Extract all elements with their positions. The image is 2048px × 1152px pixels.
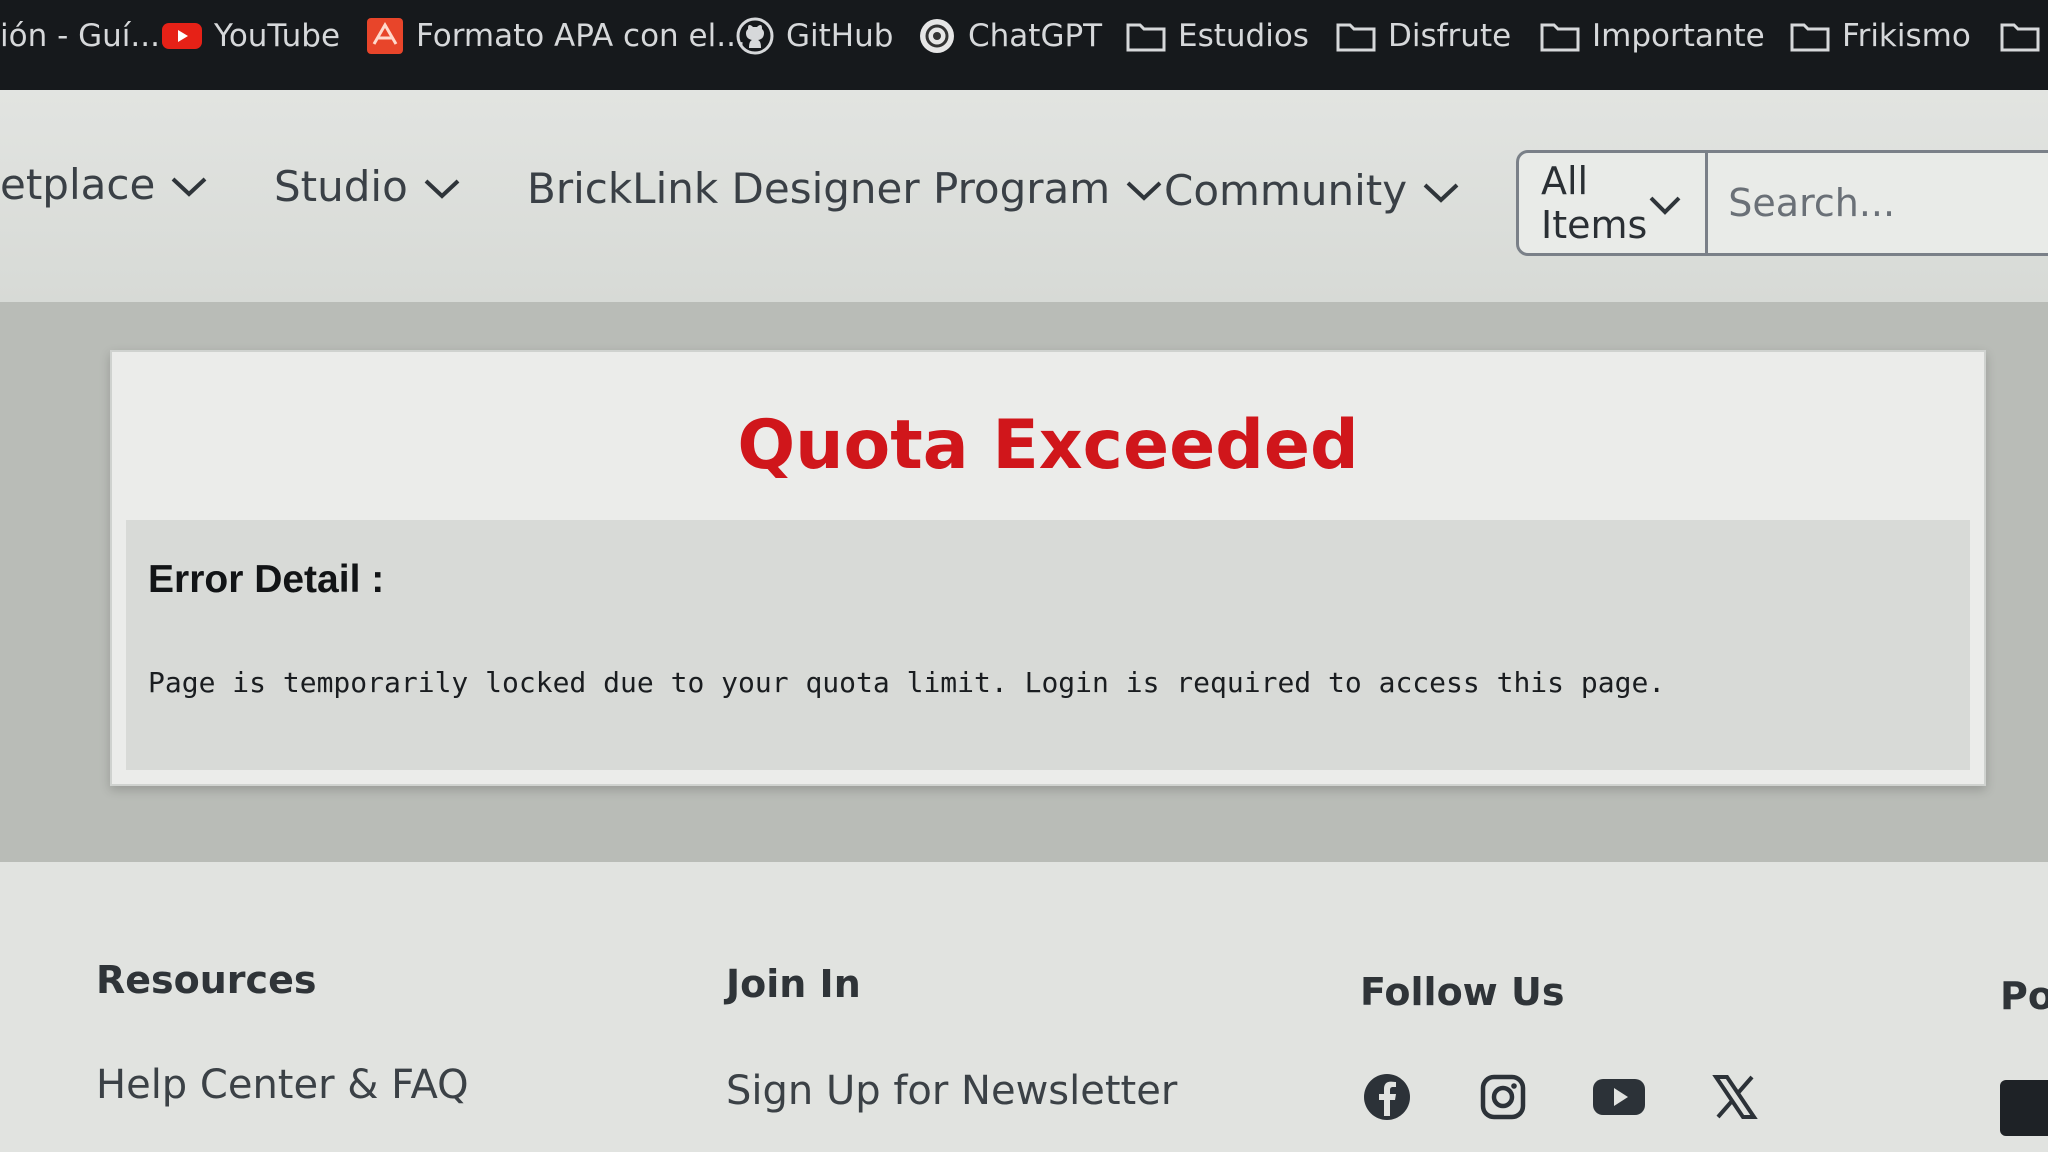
bookmark-chatgpt[interactable]: ChatGPT (918, 0, 1102, 72)
bookmark-github[interactable]: GitHub (736, 0, 893, 72)
footer-heading-resources: Resources (96, 958, 317, 1002)
x-icon[interactable] (1708, 1070, 1762, 1124)
apa-icon (366, 17, 404, 55)
footer-heading-partial: Po (2000, 974, 2048, 1018)
bookmark-guia[interactable]: ión - Guí... (0, 0, 160, 72)
error-title: Quota Exceeded (737, 406, 1359, 485)
nav-marketplace[interactable]: etplace (0, 154, 209, 214)
youtube-icon (162, 21, 202, 51)
site-navigation: etplace Studio BrickLink Designer Progra… (0, 90, 2048, 303)
chevron-down-icon (1124, 164, 1164, 213)
bookmark-label: Formato APA con el... (416, 18, 746, 54)
nav-community[interactable]: Community (1164, 160, 1461, 220)
bookmark-label: Frikismo (1842, 18, 1971, 54)
bookmark-label: YouTube (214, 18, 341, 54)
bookmark-label: Estudios (1178, 18, 1309, 54)
main-content: Quota Exceeded Error Detail : Page is te… (0, 302, 2048, 862)
facebook-icon[interactable] (1360, 1070, 1414, 1124)
bookmarks-bar: ión - Guí... YouTube Formato APA con el.… (0, 0, 2048, 90)
error-box: Quota Exceeded Error Detail : Page is te… (110, 350, 1986, 786)
folder-icon (1336, 20, 1376, 52)
youtube-icon[interactable] (1592, 1070, 1646, 1124)
folder-icon (2000, 20, 2040, 52)
error-detail-panel: Error Detail : Page is temporarily locke… (126, 520, 1970, 770)
bookmark-youtube[interactable]: YouTube (162, 0, 340, 72)
chatgpt-icon (918, 17, 956, 55)
search-input[interactable] (1708, 153, 2048, 253)
bookmark-folder-importante[interactable]: Importante (1540, 0, 1765, 72)
chevron-down-icon (1647, 181, 1683, 225)
bookmark-label: ChatGPT (968, 18, 1103, 54)
bookmark-folder-disfrute[interactable]: Disfrute (1336, 0, 1511, 72)
footer: Resources Help Center & FAQ Join In Sign… (0, 862, 2048, 1152)
error-message: Page is temporarily locked due to your q… (148, 666, 1666, 699)
nav-label: Studio (274, 161, 408, 211)
accessibility-badge[interactable] (2000, 1080, 2048, 1136)
bookmark-apa[interactable]: Formato APA con el... (366, 0, 746, 72)
bookmark-folder-estudios[interactable]: Estudios (1126, 0, 1309, 72)
nav-designer-program[interactable]: BrickLink Designer Program (527, 158, 1164, 218)
bookmark-label: Importante (1592, 18, 1765, 54)
search-scope-label: All Items (1541, 159, 1648, 247)
bookmark-label: ión - Guí... (0, 18, 160, 54)
folder-icon (1126, 20, 1166, 52)
nav-label: BrickLink Designer Program (527, 163, 1111, 213)
instagram-icon[interactable] (1476, 1070, 1530, 1124)
footer-link-help-center[interactable]: Help Center & FAQ (96, 1062, 469, 1108)
bookmark-label: Disfrute (1388, 18, 1512, 54)
footer-heading-join-in: Join In (726, 962, 861, 1006)
github-icon (736, 17, 774, 55)
folder-icon (1790, 20, 1830, 52)
footer-heading-follow-us: Follow Us (1360, 970, 1565, 1014)
folder-icon (1540, 20, 1580, 52)
chevron-down-icon (169, 160, 209, 209)
footer-link-newsletter[interactable]: Sign Up for Newsletter (726, 1068, 1177, 1114)
bookmark-label: GitHub (786, 18, 894, 54)
search-scope-select[interactable]: All Items (1519, 153, 1709, 253)
error-detail-label: Error Detail : (148, 558, 385, 601)
chevron-down-icon (422, 162, 462, 211)
nav-studio[interactable]: Studio (274, 156, 462, 216)
bookmark-folder-frikismo[interactable]: Frikismo (1790, 0, 1971, 72)
nav-label: etplace (0, 159, 156, 209)
search-bar: All Items (1516, 150, 2048, 256)
chevron-down-icon (1421, 166, 1461, 215)
bookmark-folder-overflow[interactable] (2000, 0, 2040, 72)
nav-label: Community (1164, 165, 1408, 215)
